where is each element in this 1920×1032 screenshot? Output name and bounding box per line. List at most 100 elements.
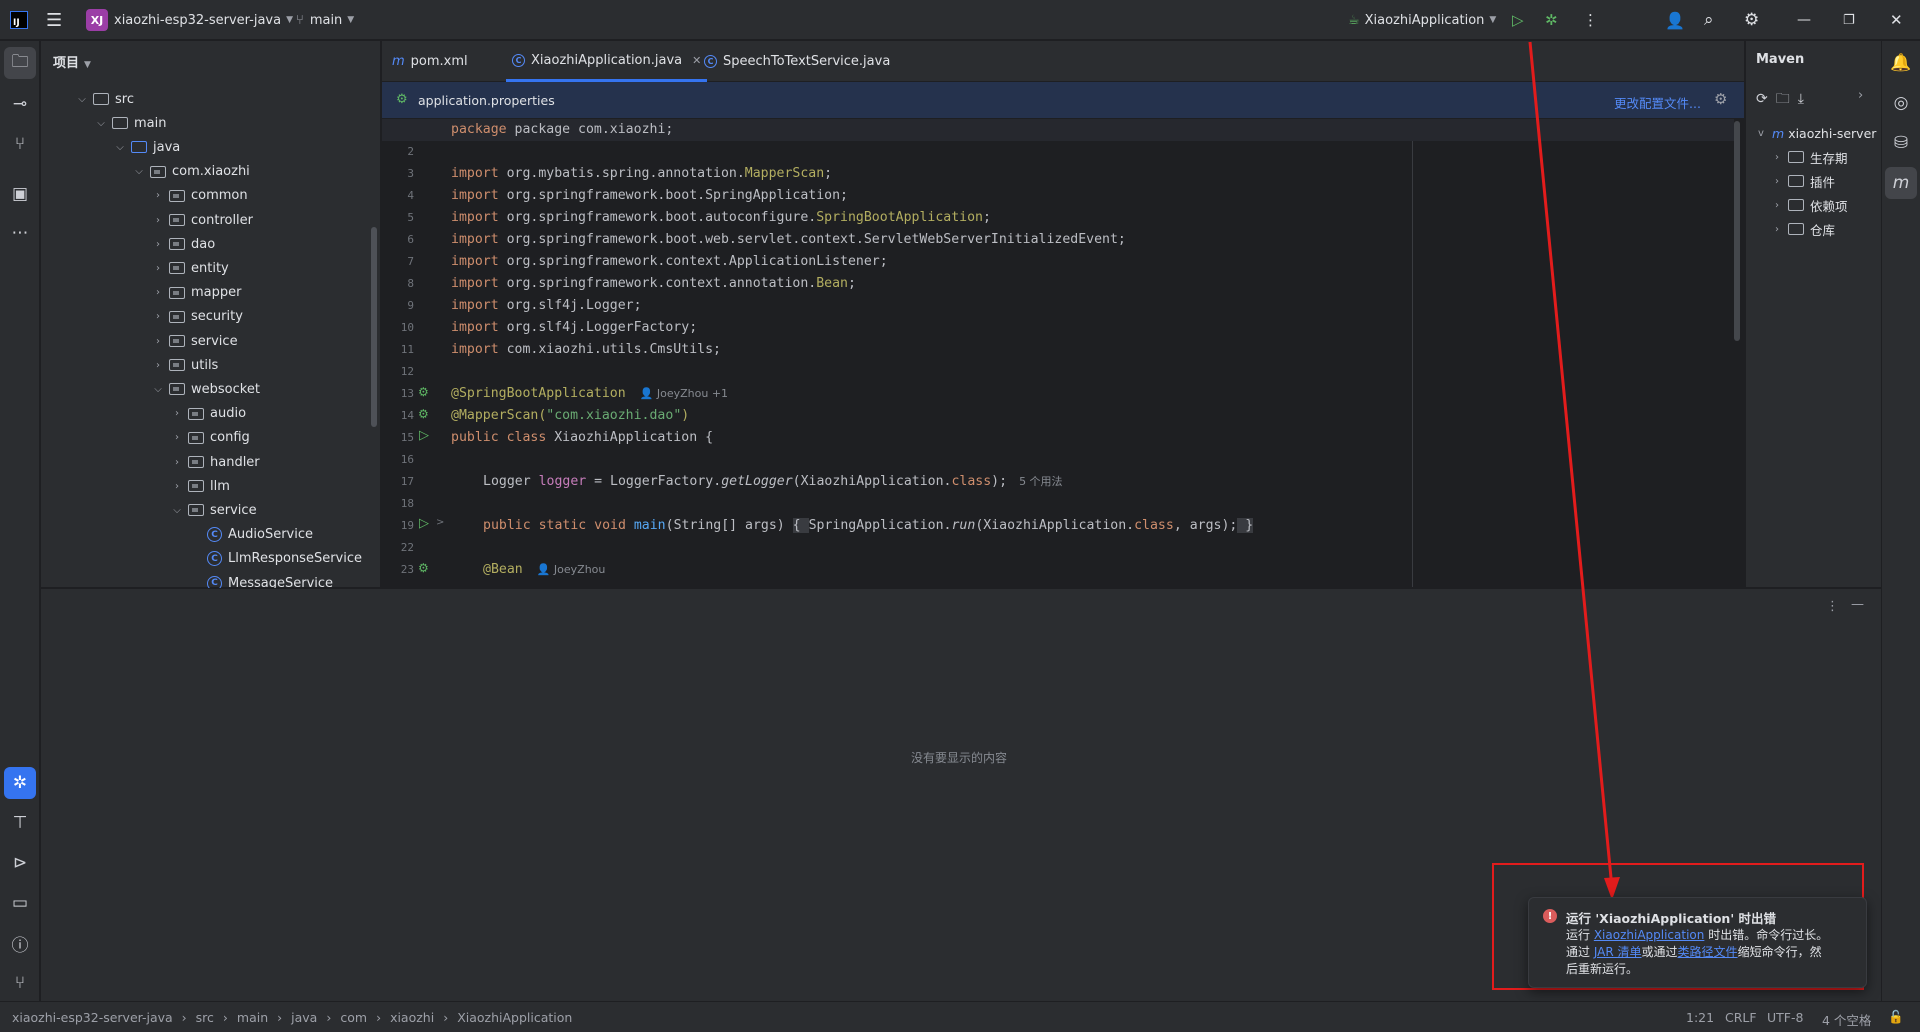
chevron-right-icon[interactable]: › [151, 336, 165, 347]
tree-item-dao[interactable]: › dao [151, 232, 215, 256]
project-tool-icon[interactable]: 🗀 [4, 47, 36, 79]
maven-item[interactable]: › 依赖项 [1770, 193, 1848, 217]
terminal-icon[interactable]: ▭ [4, 887, 36, 919]
debug-icon[interactable]: ✲ [1545, 0, 1558, 40]
main-menu-icon[interactable]: ☰ [46, 0, 62, 40]
minimize-icon[interactable]: — [1797, 0, 1811, 40]
chevron-right-icon[interactable]: › [151, 287, 165, 298]
problems-icon[interactable]: ⓘ [4, 927, 36, 959]
usages-hint[interactable]: 5 个用法 [1019, 475, 1063, 488]
tree-item-mapper[interactable]: › mapper [151, 281, 241, 305]
maven-tool-icon[interactable]: m [1885, 167, 1917, 199]
tree-item-service[interactable]: › service [151, 329, 238, 353]
chevron-right-icon[interactable]: › [151, 190, 165, 201]
database-icon[interactable]: ⛁ [1885, 127, 1917, 159]
breadcrumb-item[interactable]: xiaozhi-esp32-server-java [12, 1010, 173, 1025]
commit-tool-icon[interactable]: ⊸ [4, 88, 36, 120]
close-tab-icon[interactable]: ✕ [692, 54, 701, 67]
tree-item-com-xiaozhi[interactable]: ⌵ com.xiaozhi [132, 160, 250, 184]
close-icon[interactable]: ✕ [1890, 0, 1903, 40]
app-logo-icon[interactable]: IJ [10, 0, 28, 40]
chevron-right-icon[interactable]: › [1770, 152, 1784, 163]
file-encoding[interactable]: UTF-8 [1767, 1010, 1803, 1025]
indent-setting[interactable]: 4 个空格 [1822, 1010, 1871, 1029]
chevron-right-icon[interactable]: › [151, 215, 165, 226]
tree-item-main[interactable]: ⌵ main [94, 111, 166, 135]
chevron-right-icon[interactable]: › [170, 408, 184, 419]
chevron-right-icon[interactable]: › [151, 360, 165, 371]
tree-item-llmresponseservice[interactable]: C LlmResponseService [189, 547, 362, 571]
classpath-file-link[interactable]: 类路径文件 [1678, 945, 1738, 959]
chevron-right-icon[interactable]: › [1770, 200, 1784, 211]
chevron-down-icon[interactable]: ⌵ [94, 118, 108, 129]
author-hint[interactable]: JoeyZhou +1 [657, 387, 728, 400]
tree-item-audio[interactable]: › audio [170, 402, 246, 426]
more-tools-icon[interactable]: ⋯ [4, 217, 36, 249]
tree-item-security[interactable]: › security [151, 305, 243, 329]
more-actions-icon[interactable]: ⋮ [1583, 0, 1598, 40]
search-icon[interactable]: ⌕ [1704, 0, 1714, 40]
tree-item-audioservice[interactable]: C AudioService [189, 523, 313, 547]
author-hint[interactable]: JoeyZhou [554, 563, 605, 576]
tree-item-src[interactable]: ⌵ src [75, 87, 134, 111]
chevron-down-icon[interactable]: ⌵ [151, 384, 165, 395]
chevron-down-icon[interactable]: ⌵ [113, 142, 127, 153]
maven-expand-icon[interactable]: › [1858, 88, 1863, 103]
tree-item-java[interactable]: ⌵ java [113, 135, 180, 159]
run-main-gutter-icon[interactable]: ▷ [419, 516, 429, 531]
ai-assistant-icon[interactable]: ◎ [1885, 87, 1917, 119]
tree-item-service[interactable]: ⌵ service [170, 498, 256, 522]
breadcrumb-item[interactable]: xiaozhi [390, 1010, 434, 1025]
chevron-right-icon[interactable]: › [170, 481, 184, 492]
tree-item-websocket[interactable]: ⌵ websocket [151, 377, 260, 401]
maven-root[interactable]: v m xiaozhi-server [1754, 121, 1876, 145]
cursor-position[interactable]: 1:21 [1686, 1010, 1714, 1025]
error-notification[interactable]: ! 运行 'XiaozhiApplication' 时出错 运行 Xiaozhi… [1528, 897, 1867, 988]
chevron-down-icon[interactable]: ⌵ [75, 94, 89, 105]
debug-tool-icon[interactable]: ✲ [4, 767, 36, 799]
add-project-icon[interactable]: 🗀 [1776, 91, 1798, 107]
app-link[interactable]: XiaozhiApplication [1594, 928, 1705, 942]
jar-manifest-link[interactable]: JAR 清单 [1594, 945, 1642, 959]
tree-item-utils[interactable]: › utils [151, 353, 218, 377]
code-editor[interactable]: 123456789101112131415161718192223 ⚠2 ✓3 … [382, 119, 1744, 587]
chevron-right-icon[interactable]: › [1770, 224, 1784, 235]
run-gutter-icon[interactable]: ▷ [419, 428, 429, 443]
chevron-right-icon[interactable]: › [151, 311, 165, 322]
services-icon[interactable]: ⊳ [4, 847, 36, 879]
project-panel-title[interactable]: 项目 ▼ [53, 52, 91, 71]
tree-item-controller[interactable]: › controller [151, 208, 253, 232]
breadcrumb-item[interactable]: java [291, 1010, 317, 1025]
download-icon[interactable]: ⤓ [1798, 91, 1812, 107]
tab-xiaozhi-application[interactable]: C XiaozhiApplication.java ✕ [506, 41, 708, 82]
settings-icon[interactable]: ⚙ [1744, 0, 1759, 40]
breadcrumb-item[interactable]: src [196, 1010, 214, 1025]
line-separator[interactable]: CRLF [1725, 1010, 1757, 1025]
reload-icon[interactable]: ⟳ [1756, 91, 1776, 107]
chevron-down-icon[interactable]: ⌵ [170, 505, 184, 516]
editor-scrollbar[interactable] [1734, 121, 1740, 341]
tree-item-common[interactable]: › common [151, 184, 248, 208]
breadcrumb-item[interactable]: XiaozhiApplication [457, 1010, 572, 1025]
fold-icon[interactable]: > [436, 517, 444, 528]
chevron-right-icon[interactable]: › [151, 263, 165, 274]
branch-selector[interactable]: ⑂ main ▼ [296, 0, 354, 40]
tree-item-handler[interactable]: › handler [170, 450, 260, 474]
notifications-icon[interactable]: 🔔 [1885, 47, 1917, 79]
spring-bean-icon[interactable]: ⚙ [418, 561, 429, 575]
tree-item-config[interactable]: › config [170, 426, 250, 450]
breadcrumb-item[interactable]: com [340, 1010, 367, 1025]
structure-icon[interactable]: ▣ [4, 178, 36, 210]
git-icon[interactable]: ⑂ [4, 967, 36, 999]
chevron-right-icon[interactable]: › [151, 239, 165, 250]
tree-item-entity[interactable]: › entity [151, 256, 229, 280]
tab-pom-xml[interactable]: m pom.xml [392, 41, 468, 82]
banner-settings-icon[interactable]: ⚙ [1714, 90, 1727, 108]
maven-item[interactable]: › 插件 [1770, 169, 1835, 193]
tab-speech-to-text[interactable]: C SpeechToTextService.java [704, 41, 890, 82]
project-selector[interactable]: XJ xiaozhi-esp32-server-java ▼ [86, 0, 293, 40]
run-config-selector[interactable]: ☕ XiaozhiApplication ▼ [1348, 0, 1496, 40]
breadcrumb-item[interactable]: main [237, 1010, 268, 1025]
chevron-right-icon[interactable]: › [170, 432, 184, 443]
chevron-right-icon[interactable]: › [1770, 176, 1784, 187]
